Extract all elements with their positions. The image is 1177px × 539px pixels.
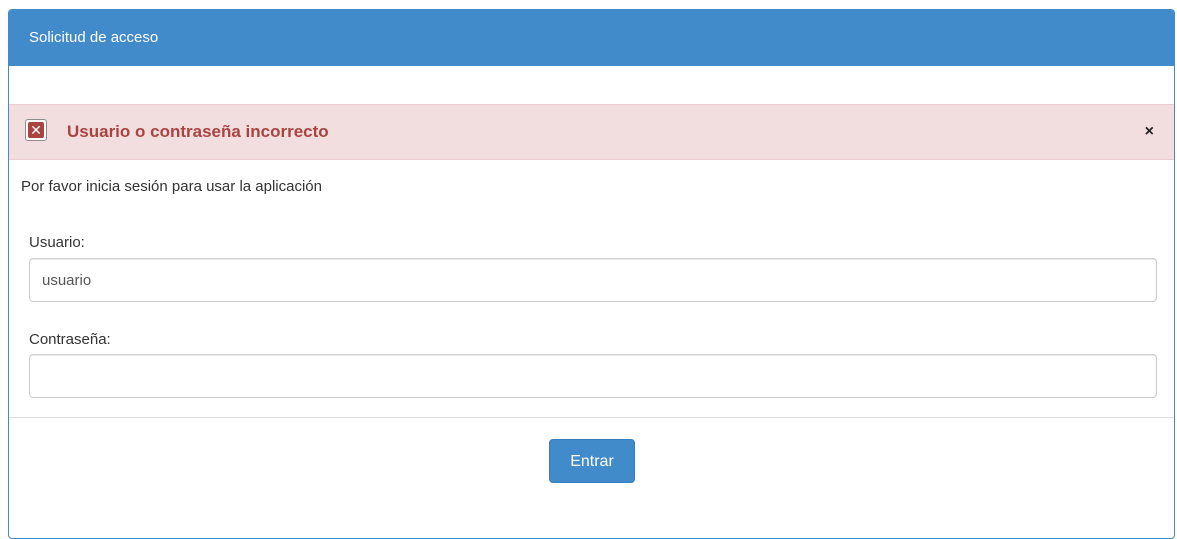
panel-title: Solicitud de acceso xyxy=(9,10,1174,66)
submit-button[interactable]: Entrar xyxy=(549,439,635,483)
password-label: Contraseña: xyxy=(29,331,111,348)
footer-divider xyxy=(9,417,1174,418)
username-label: Usuario: xyxy=(29,234,85,251)
close-icon[interactable]: × xyxy=(1145,105,1154,159)
error-x-glyph: ✕ xyxy=(28,122,44,138)
login-panel: Solicitud de acceso ✕ Usuario o contrase… xyxy=(8,9,1175,539)
alert-message: Usuario o contraseña incorrecto xyxy=(67,122,329,141)
error-alert: ✕ Usuario o contraseña incorrecto × xyxy=(9,104,1174,160)
error-x-icon: ✕ xyxy=(25,119,47,141)
login-intro-text: Por favor inicia sesión para usar la apl… xyxy=(21,178,322,195)
password-input[interactable] xyxy=(29,354,1157,398)
username-input[interactable] xyxy=(29,258,1157,302)
